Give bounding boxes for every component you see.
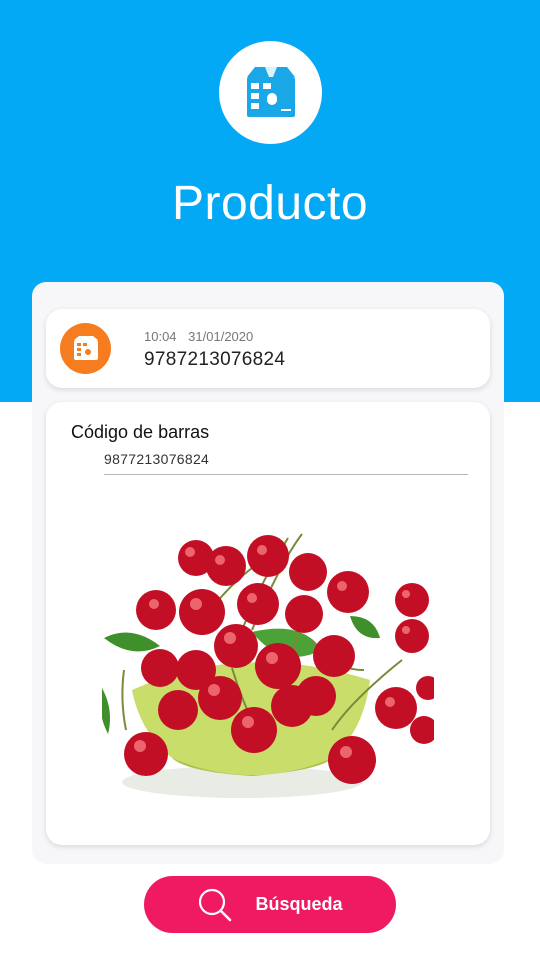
barcode-label: Código de barras xyxy=(71,422,210,442)
history-code: 9787213076824 xyxy=(144,349,286,370)
barcode-field[interactable]: 9877213076824 xyxy=(104,451,468,475)
product-screen: Producto 10:04 31/01/2020 9787213076824 … xyxy=(0,0,540,960)
history-avatar xyxy=(60,323,111,374)
product-image xyxy=(102,520,434,822)
search-button-label: Búsqueda xyxy=(255,894,343,914)
search-icon xyxy=(199,888,232,921)
barcode-scanner-icon xyxy=(73,335,98,360)
app-logo xyxy=(219,41,322,144)
history-item[interactable]: 10:04 31/01/2020 9787213076824 xyxy=(46,309,490,388)
barcode-scanner-icon xyxy=(246,66,295,117)
history-time: 10:04 xyxy=(144,329,177,344)
product-card: Código de barras 9877213076824 xyxy=(46,402,490,845)
search-button[interactable]: Búsqueda xyxy=(144,876,396,933)
history-date: 31/01/2020 xyxy=(188,329,254,344)
page-title: Producto xyxy=(171,177,369,230)
history-timestamp: 10:04 31/01/2020 xyxy=(144,329,253,344)
